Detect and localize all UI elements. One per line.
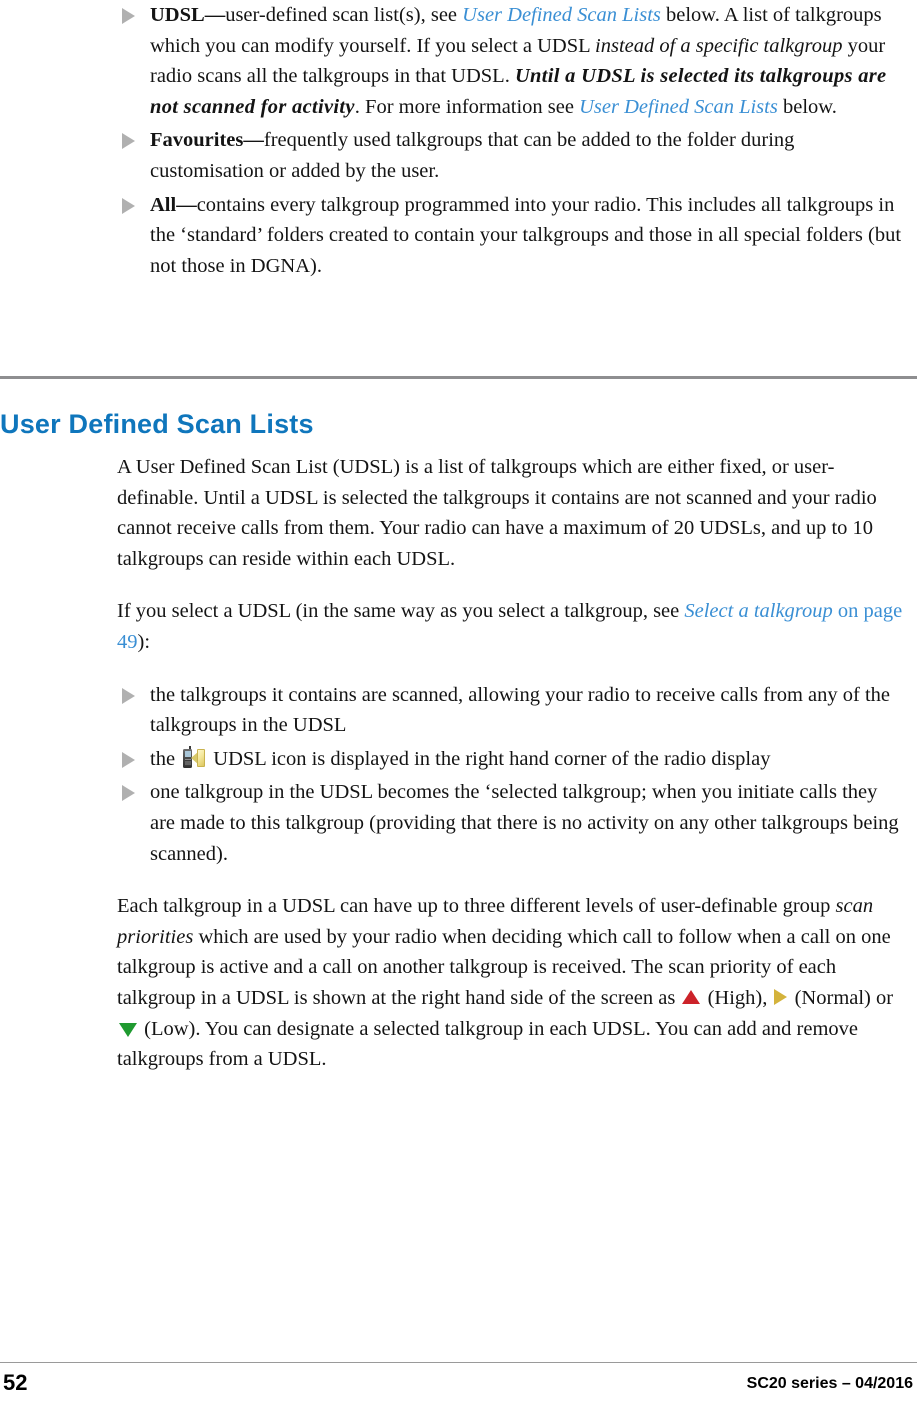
- main-content: A User Defined Scan List (UDSL) is a lis…: [117, 452, 907, 1097]
- list-item: one talkgroup in the UDSL becomes the ‘s…: [117, 777, 907, 869]
- list-item-text: user-defined scan list(s), see: [225, 4, 463, 26]
- list-item-term: UDSL: [150, 4, 205, 26]
- bullet-arrow-icon: [122, 785, 135, 802]
- paragraph-text: ):: [137, 630, 151, 653]
- udsl-radio-icon: [182, 745, 206, 770]
- paragraph-text: (Normal) or: [789, 986, 894, 1009]
- cross-reference-link[interactable]: User Defined Scan Lists: [579, 96, 778, 118]
- list-item-text: one talkgroup in the UDSL becomes the ‘s…: [150, 781, 899, 865]
- priority-normal-icon: [774, 988, 788, 1005]
- list-item-text: below.: [777, 95, 837, 118]
- udsl-effects-list: the talkgroups it contains are scanned, …: [117, 680, 907, 870]
- bullet-arrow-icon: [122, 687, 135, 704]
- list-item-dash: —: [176, 193, 197, 216]
- list-item: the talkgroups it contains are scanned, …: [117, 680, 907, 741]
- list-item-text: . For more information see: [354, 95, 580, 118]
- list-item-text: the: [150, 747, 181, 770]
- cross-reference-link[interactable]: User Defined Scan Lists: [462, 4, 661, 26]
- list-item: UDSL—user-defined scan list(s), see User…: [117, 0, 907, 122]
- bullet-arrow-icon: [122, 197, 135, 214]
- document-page: UDSL—user-defined scan list(s), see User…: [0, 0, 917, 1402]
- section-heading: User Defined Scan Lists: [0, 409, 314, 440]
- list-item-text: the talkgroups it contains are scanned, …: [150, 683, 891, 737]
- list-item: All—contains every talkgroup programmed …: [117, 190, 907, 282]
- list-item-term: All: [150, 193, 177, 216]
- priority-high-icon: [682, 989, 701, 1004]
- bullet-arrow-icon: [122, 751, 135, 768]
- list-item: the UDSL icon is displayed in the right …: [117, 744, 907, 775]
- paragraph-text: If you select a UDSL (in the same way as…: [117, 600, 685, 623]
- select-paragraph: If you select a UDSL (in the same way as…: [117, 596, 907, 657]
- footer-divider: [0, 1362, 917, 1363]
- list-item-text: contains every talkgroup programmed into…: [150, 193, 902, 277]
- priorities-paragraph: Each talkgroup in a UDSL can have up to …: [117, 891, 907, 1075]
- list-item: Favourites—frequently used talkgroups th…: [117, 125, 907, 186]
- paragraph-text: Each talkgroup in a UDSL can have up to …: [117, 895, 836, 918]
- page-number: 52: [3, 1370, 28, 1395]
- list-item-text: UDSL icon is displayed in the right hand…: [208, 747, 771, 770]
- intro-paragraph: A User Defined Scan List (UDSL) is a lis…: [117, 456, 877, 570]
- list-item-dash: —: [243, 129, 264, 152]
- cross-reference-link[interactable]: Select a talkgroup: [684, 600, 832, 622]
- list-item-emphasis: instead of a specific talkgroup: [595, 34, 843, 57]
- bullet-arrow-icon: [122, 8, 135, 24]
- paragraph-text: (Low). You can designate a selected talk…: [117, 1017, 859, 1071]
- priority-low-icon: [119, 1022, 137, 1037]
- document-reference: SC20 series – 04/2016: [746, 1375, 913, 1392]
- section-divider: [0, 376, 917, 379]
- paragraph-text: (High),: [702, 986, 773, 1009]
- list-item-dash: —: [204, 4, 226, 26]
- folder-types-list: UDSL—user-defined scan list(s), see User…: [117, 0, 907, 284]
- list-item-term: Favourites: [150, 129, 244, 152]
- bullet-arrow-icon: [122, 133, 135, 150]
